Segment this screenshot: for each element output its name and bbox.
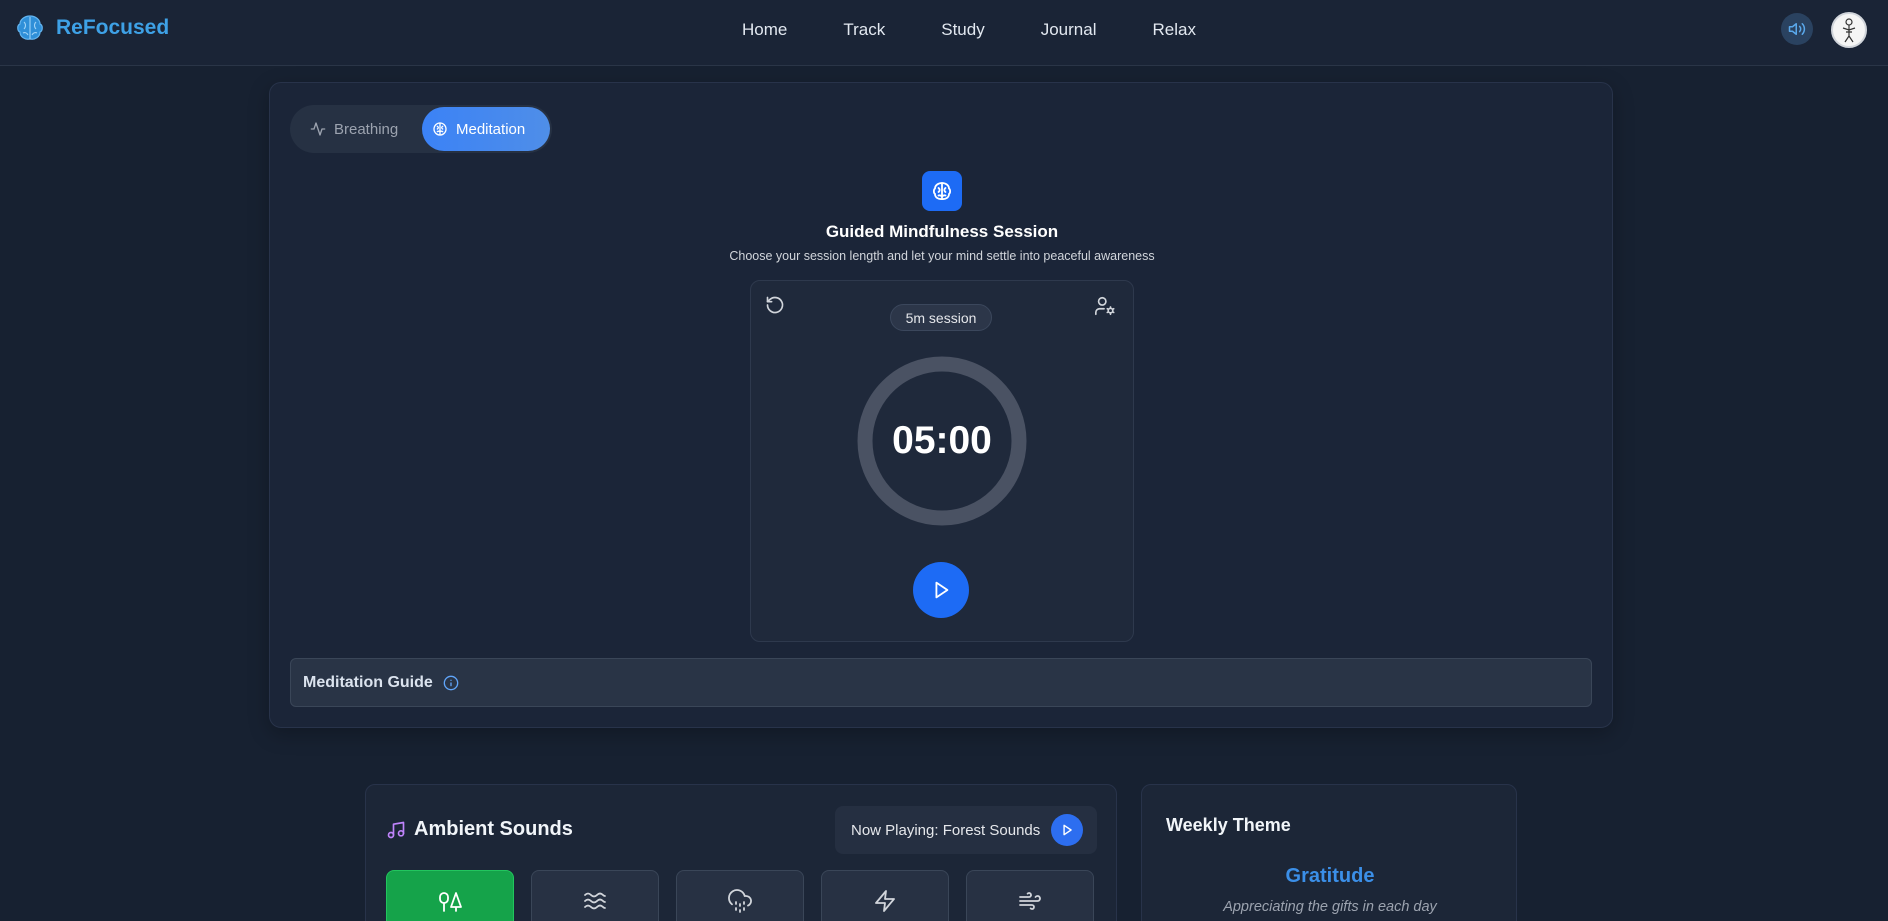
volume-icon — [1788, 23, 1806, 35]
now-playing-text: Now Playing: Forest Sounds — [851, 821, 1041, 839]
tab-breathing-label: Breathing — [334, 120, 399, 138]
wind-icon — [1019, 892, 1041, 910]
now-playing-play-button[interactable] — [1051, 814, 1083, 846]
sound-tile-rain[interactable] — [676, 870, 804, 921]
cloud-rain-icon — [728, 889, 752, 913]
trees-icon — [439, 892, 462, 912]
sound-tile-wind[interactable] — [966, 870, 1094, 921]
brain-icon — [932, 182, 952, 200]
main-nav: Home Track Study Journal Relax — [742, 0, 1252, 60]
ambient-title: Ambient Sounds — [386, 818, 573, 841]
sound-tile-thunder[interactable] — [821, 870, 949, 921]
nav-track[interactable]: Track — [843, 20, 885, 40]
tab-meditation[interactable]: Meditation — [422, 107, 550, 151]
music-icon — [387, 821, 405, 838]
reset-button[interactable] — [765, 295, 787, 317]
top-navbar: ReFocused Home Track Study Journal Relax — [0, 0, 1888, 66]
meditation-panel: Breathing Meditation Guided Mindfulness … — [269, 82, 1613, 728]
weekly-theme-card: Weekly Theme Gratitude Appreciating the … — [1141, 784, 1517, 921]
sound-tile-waves[interactable] — [531, 870, 659, 921]
sound-toggle-button[interactable] — [1781, 13, 1813, 45]
mode-tabs: Breathing Meditation — [290, 105, 552, 153]
session-length-badge: 5m session — [890, 304, 992, 331]
nav-relax[interactable]: Relax — [1152, 20, 1195, 40]
play-button[interactable] — [913, 562, 969, 618]
user-avatar[interactable] — [1831, 12, 1867, 48]
rotate-ccw-icon — [766, 296, 784, 314]
weekly-theme-description: Appreciating the gifts in each day — [1223, 899, 1437, 915]
nav-journal[interactable]: Journal — [1041, 20, 1097, 40]
timer-card: 5m session 05:00 — [750, 280, 1134, 642]
nav-home[interactable]: Home — [742, 20, 787, 40]
zap-icon — [875, 890, 895, 912]
user-cog-icon — [1095, 296, 1115, 316]
session-brain-badge — [922, 171, 962, 211]
ambient-sounds-card: Ambient Sounds Now Playing: Forest Sound… — [365, 784, 1117, 921]
timer-display: 05:00 — [892, 419, 992, 462]
play-icon — [1063, 824, 1072, 836]
app-name: ReFocused — [56, 16, 170, 39]
tab-breathing[interactable]: Breathing — [296, 107, 420, 151]
meditation-guide-toggle[interactable]: Meditation Guide — [290, 658, 1592, 707]
sound-tile-forest[interactable] — [386, 870, 514, 921]
activity-icon — [310, 122, 326, 136]
brain-logo-icon — [17, 15, 43, 40]
nav-study[interactable]: Study — [941, 20, 984, 40]
user-settings-button[interactable] — [1094, 295, 1118, 319]
session-subtitle: Choose your session length and let your … — [729, 249, 1155, 263]
tab-meditation-label: Meditation — [456, 120, 526, 138]
weekly-theme-name: Gratitude — [1285, 865, 1375, 887]
session-title: Guided Mindfulness Session — [825, 222, 1059, 241]
brain-icon — [433, 122, 447, 136]
info-icon — [443, 675, 459, 690]
logo[interactable]: ReFocused — [14, 12, 169, 44]
now-playing-bar: Now Playing: Forest Sounds — [835, 806, 1097, 854]
ambient-title-text: Ambient Sounds — [414, 818, 573, 840]
avatar-figure-icon — [1842, 18, 1856, 43]
play-icon — [935, 581, 949, 599]
waves-icon — [584, 892, 606, 910]
guide-label: Meditation Guide — [303, 673, 433, 691]
weekly-theme-title: Weekly Theme — [1166, 815, 1291, 835]
